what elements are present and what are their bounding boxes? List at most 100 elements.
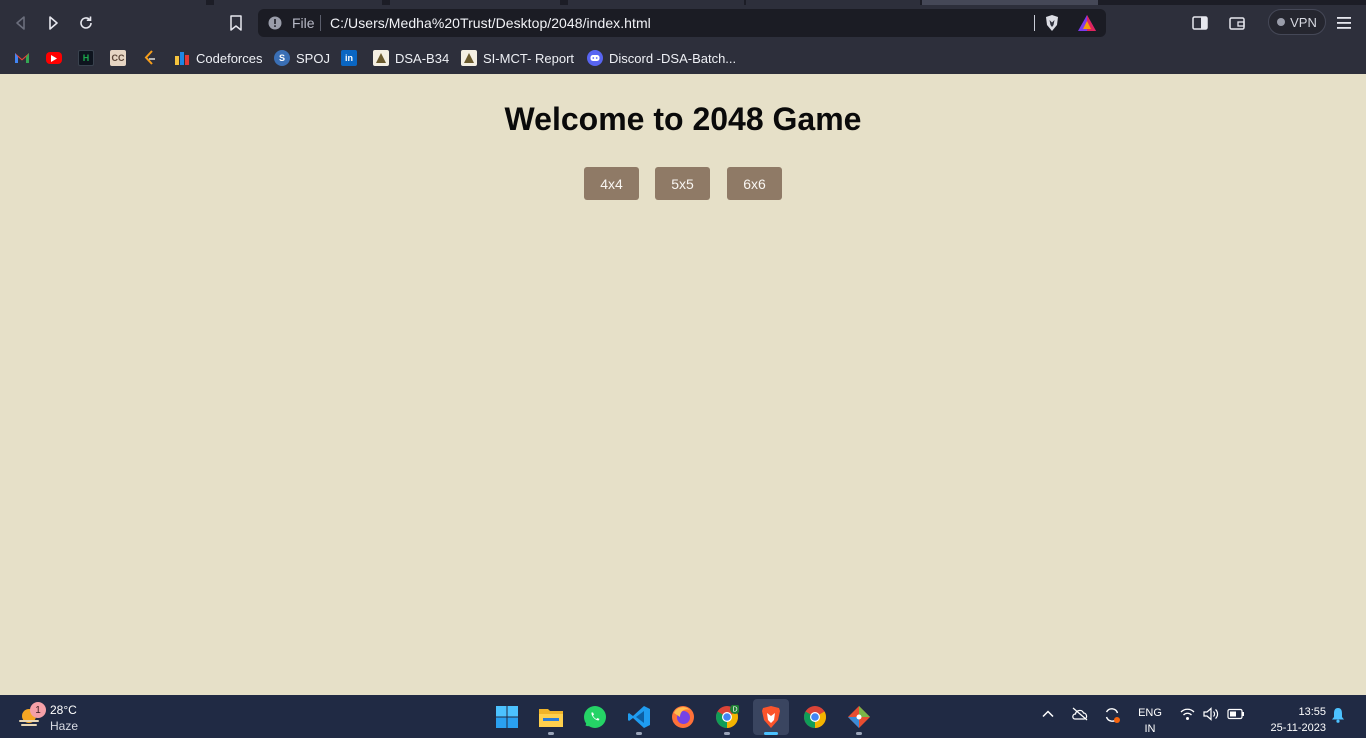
chrome-icon (804, 706, 826, 728)
taskbar-git-gui[interactable] (841, 699, 877, 735)
bookmark-label: SI-MCT- Report (483, 50, 575, 66)
folder-icon (539, 709, 563, 727)
sidebar-icon (1192, 16, 1208, 30)
vscode-icon (628, 706, 650, 728)
start-button[interactable] (489, 699, 525, 735)
menu-button[interactable] (1329, 9, 1359, 37)
bookmark-codeforces[interactable]: Codeforces (174, 46, 262, 70)
college-icon (461, 50, 477, 66)
leetcode-icon (142, 50, 158, 66)
wifi-icon[interactable] (1180, 707, 1195, 721)
chrome-icon: D (716, 705, 739, 728)
vpn-status-icon (1277, 18, 1286, 26)
divider (1034, 15, 1035, 31)
clock-date: 25-11-2023 (1270, 722, 1326, 734)
git-gui-icon (848, 706, 870, 728)
bookmark-dsa-b34[interactable]: DSA-B34 (373, 46, 449, 70)
browser-toolbar: File C:/Users/Medha%20Trust/Desktop/2048… (0, 5, 1366, 42)
spoj-icon: S (274, 50, 290, 66)
bookmark-youtube[interactable] (46, 46, 62, 70)
discord-icon (587, 50, 603, 66)
taskbar-chrome-profile[interactable]: D (709, 699, 745, 735)
running-indicator (856, 732, 862, 735)
bookmark-si-mct-report[interactable]: SI-MCT- Report (461, 46, 574, 70)
address-bar[interactable]: File C:/Users/Medha%20Trust/Desktop/2048… (258, 9, 1106, 37)
language-code: ENG (1138, 707, 1162, 719)
weather-condition: Haze (50, 719, 79, 733)
running-indicator (548, 732, 554, 735)
wallet-icon (1229, 17, 1245, 30)
language-indicator[interactable]: ENG IN (1138, 705, 1162, 737)
bookmark-codechef[interactable]: CC (110, 46, 126, 70)
game-page: Welcome to 2048 Game 4x4 5x5 6x6 (0, 74, 1366, 695)
linkedin-icon: in (341, 50, 357, 66)
vpn-button[interactable]: VPN (1268, 9, 1326, 35)
url-text[interactable]: C:/Users/Medha%20Trust/Desktop/2048/inde… (330, 15, 651, 31)
svg-text:D: D (732, 707, 737, 714)
bookmark-label: Discord -DSA-Batch... (609, 50, 737, 66)
forward-icon (49, 16, 58, 30)
brave-shields-icon[interactable] (1044, 14, 1060, 32)
notification-bell-icon[interactable] (1331, 707, 1345, 723)
sync-icon[interactable] (1103, 706, 1121, 724)
bookmark-linkedin[interactable]: in (341, 46, 357, 70)
bookmark-label: Codeforces (196, 50, 263, 66)
wallet-button[interactable] (1222, 9, 1252, 37)
page-title: Welcome to 2048 Game (504, 101, 862, 137)
forward-button[interactable] (38, 9, 68, 37)
system-clock[interactable]: 13:55 25-11-2023 (1256, 704, 1326, 736)
taskbar-chrome[interactable] (797, 699, 833, 735)
grid-4x4-button[interactable]: 4x4 (584, 167, 639, 200)
running-indicator (764, 732, 778, 735)
back-icon (16, 16, 25, 30)
running-indicator (724, 732, 730, 735)
reload-button[interactable] (71, 9, 101, 37)
clock-time: 13:55 (1298, 706, 1326, 718)
codechef-icon: CC (110, 50, 126, 66)
windows-taskbar: 1 28°C Haze D ENG IN 13:55 25-11-2023 (0, 695, 1366, 738)
vpn-label: VPN (1290, 14, 1317, 30)
bookmark-label: DSA-B34 (395, 50, 450, 66)
grid-6x6-button[interactable]: 6x6 (727, 167, 782, 200)
hackerrank-icon: H (78, 50, 94, 66)
bookmark-hackerrank[interactable]: H (78, 46, 94, 70)
grid-5x5-button[interactable]: 5x5 (655, 167, 710, 200)
taskbar-firefox[interactable] (665, 699, 701, 735)
taskbar-whatsapp[interactable] (577, 699, 613, 735)
bookmark-leetcode[interactable] (142, 46, 158, 70)
gmail-icon (14, 50, 30, 66)
divider (320, 15, 321, 31)
codeforces-icon (174, 50, 190, 66)
brave-rewards-icon[interactable] (1077, 14, 1097, 32)
bookmark-gmail[interactable] (14, 46, 30, 70)
bookmark-label: SPOJ (296, 50, 330, 66)
site-info-icon[interactable] (268, 16, 282, 30)
onedrive-offline-icon[interactable] (1071, 707, 1089, 721)
bookmark-spoj[interactable]: S SPOJ (274, 46, 330, 70)
weather-temp: 28°C (50, 703, 77, 717)
taskbar-vscode[interactable] (621, 699, 657, 735)
bookmark-discord[interactable]: Discord -DSA-Batch... (587, 46, 736, 70)
firefox-icon (672, 706, 694, 728)
sidebar-button[interactable] (1185, 9, 1215, 37)
youtube-icon (46, 52, 62, 64)
bookmark-page-button[interactable] (221, 9, 251, 37)
chevron-up-icon[interactable] (1041, 707, 1055, 721)
bookmark-icon (230, 15, 242, 31)
reload-icon (80, 16, 92, 29)
back-button[interactable] (6, 9, 36, 37)
scheme-label: File (292, 15, 315, 31)
whatsapp-icon (584, 706, 606, 728)
running-indicator (636, 732, 642, 735)
battery-icon[interactable] (1227, 708, 1245, 720)
taskbar-brave[interactable] (753, 699, 789, 735)
region-code: IN (1144, 723, 1156, 735)
volume-icon[interactable] (1203, 707, 1220, 721)
notification-badge: 1 (30, 702, 46, 718)
hamburger-icon (1337, 17, 1351, 29)
college-icon (373, 50, 389, 66)
taskbar-file-explorer[interactable] (533, 699, 569, 735)
brave-icon (762, 706, 780, 728)
weather-widget[interactable]: 1 28°C Haze (16, 701, 126, 733)
windows-start-icon (496, 706, 518, 728)
